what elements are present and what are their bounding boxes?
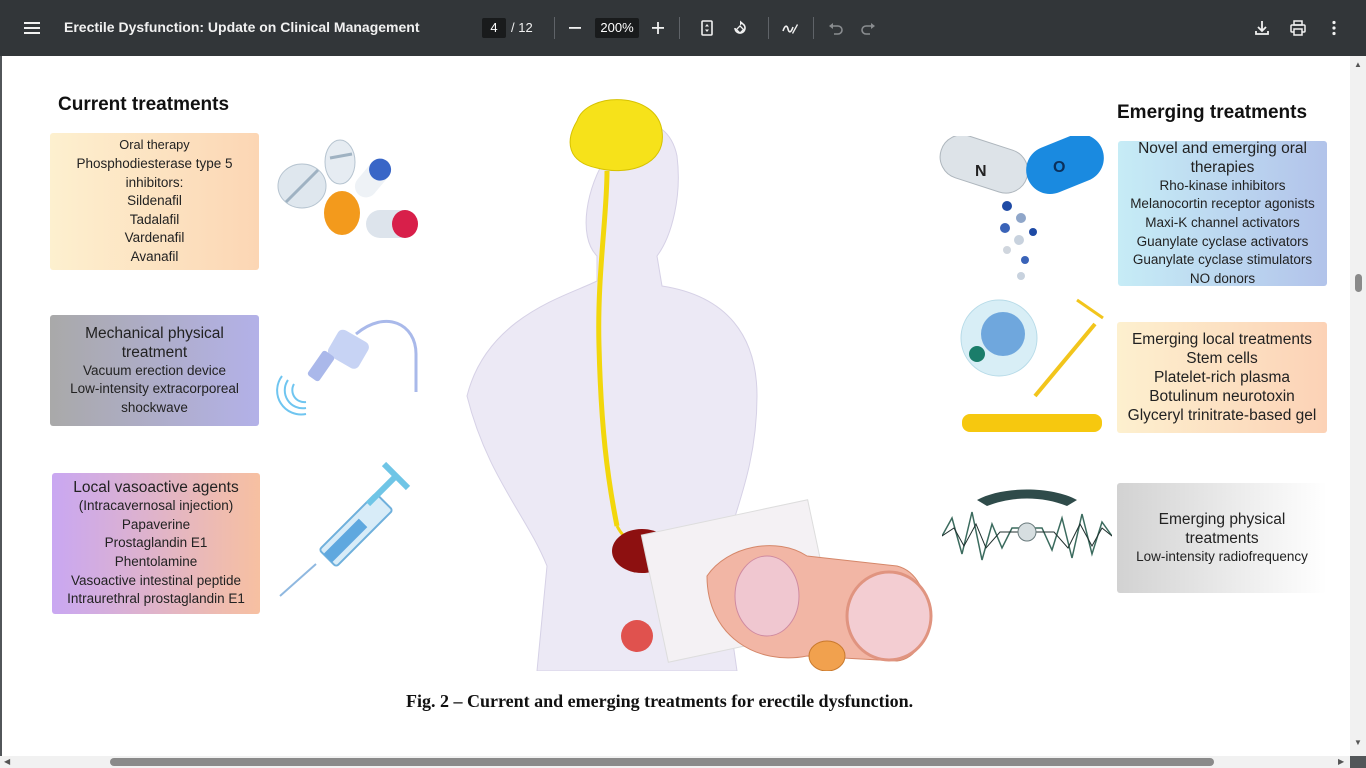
emerging-local-line: Stem cells <box>1186 350 1258 367</box>
document-title: Erectile Dysfunction: Update on Clinical… <box>64 19 420 35</box>
scroll-down-arrow-icon[interactable]: ▼ <box>1354 738 1362 747</box>
rotate-button[interactable] <box>728 16 752 40</box>
zoom-in-button[interactable] <box>646 16 670 40</box>
scroll-right-arrow-icon[interactable]: ▶ <box>1338 757 1344 766</box>
more-vert-icon <box>1332 20 1336 36</box>
toolbar-divider <box>813 17 814 39</box>
print-icon <box>1290 20 1306 36</box>
mechanical-title: Mechanical physical treatment <box>85 324 224 361</box>
vasoactive-agents-box: Local vasoactive agents (Intracavernosal… <box>52 473 260 614</box>
oral-therapy-line: Oral therapy <box>119 137 190 153</box>
emerging-oral-line: NO donors <box>1189 270 1256 286</box>
horizontal-scroll-thumb[interactable] <box>110 758 1214 766</box>
oral-therapy-line: Vardenafil <box>124 230 185 246</box>
fit-page-button[interactable] <box>695 16 719 40</box>
emerging-oral-title: Novel and emerging oral therapies <box>1138 139 1307 176</box>
download-button[interactable] <box>1250 16 1274 40</box>
figure-caption: Fig. 2 – Current and emerging treatments… <box>406 691 914 711</box>
annotate-button[interactable] <box>778 16 802 40</box>
emerging-oral-line: Rho-kinase inhibitors <box>1159 177 1286 193</box>
oral-therapy-line: inhibitors: <box>125 174 184 190</box>
redo-button[interactable] <box>856 16 880 40</box>
vertical-scroll-thumb[interactable] <box>1355 274 1362 292</box>
vasoactive-line: Phentolamine <box>114 554 198 569</box>
vasoactive-line: Vasoactive intestinal peptide <box>70 572 242 588</box>
download-icon <box>1255 21 1269 35</box>
page-number-input[interactable]: 4 <box>482 18 506 38</box>
mechanical-treatment-box: Mechanical physical treatment Vacuum ere… <box>50 315 259 426</box>
plus-icon <box>652 22 664 34</box>
emerging-local-title: Emerging local treatments <box>1131 331 1313 348</box>
menu-icon[interactable] <box>21 17 43 39</box>
oral-therapy-line: Avanafil <box>130 248 179 264</box>
emerging-oral-line: Maxi-K channel activators <box>1145 214 1300 230</box>
oral-therapy-line: Tadalafil <box>129 211 180 227</box>
capsule-letter-o: O <box>1053 159 1065 176</box>
annotate-icon <box>782 24 798 34</box>
emerging-oral-line: Guanylate cyclase activators <box>1136 233 1309 249</box>
human-body-illustration <box>466 99 933 671</box>
pills-illustration <box>277 139 418 238</box>
pdf-toolbar: Erectile Dysfunction: Update on Clinical… <box>0 0 1366 56</box>
current-treatments-heading: Current treatments <box>58 94 230 115</box>
more-options-button[interactable] <box>1322 16 1346 40</box>
no-capsule-illustration: N O <box>939 136 1104 280</box>
emerging-local-line: Platelet-rich plasma <box>1153 369 1291 386</box>
toolbar-divider <box>554 17 555 39</box>
fit-page-icon <box>701 20 713 36</box>
zoom-out-button[interactable] <box>563 16 587 40</box>
vasoactive-line: Prostaglandin E1 <box>104 535 208 551</box>
vertical-scrollbar[interactable]: ▲ ▼ <box>1350 56 1366 756</box>
undo-button[interactable] <box>824 16 848 40</box>
print-button[interactable] <box>1286 16 1310 40</box>
minus-icon <box>569 27 581 29</box>
zoom-input[interactable]: 200% <box>595 18 639 38</box>
emerging-physical-title: Emerging physical treatments <box>1158 510 1286 547</box>
emerging-local-line: Botulinum neurotoxin <box>1149 388 1295 405</box>
undo-icon <box>829 23 843 35</box>
vasoactive-line: (Intracavernosal injection) <box>78 498 234 514</box>
vasoactive-line: Intraurethral prostaglandin E1 <box>67 591 245 607</box>
oral-therapy-line: Phosphodiesterase type 5 <box>76 155 233 171</box>
mechanical-line: Vacuum erection device <box>82 362 227 378</box>
oral-therapy-line: Sildenafil <box>127 193 182 209</box>
horizontal-scrollbar[interactable]: ◀ ▶ <box>0 756 1350 768</box>
capsule-letter-n: N <box>975 163 987 180</box>
rotate-icon <box>734 20 746 34</box>
toolbar-divider <box>768 17 769 39</box>
vasoactive-line: Papaverine <box>121 516 191 532</box>
scroll-left-arrow-icon[interactable]: ◀ <box>4 757 10 766</box>
scroll-up-arrow-icon[interactable]: ▲ <box>1354 60 1362 69</box>
oral-therapy-box: Oral therapy Phosphodiesterase type 5 in… <box>50 133 259 270</box>
toolbar-divider <box>679 17 680 39</box>
emerging-treatments-heading: Emerging treatments <box>1117 102 1308 123</box>
redo-icon <box>861 23 875 35</box>
mechanical-line: shockwave <box>121 399 188 415</box>
emerging-local-box: Emerging local treatments Stem cells Pla… <box>1117 322 1327 433</box>
emerging-physical-line: Low-intensity radiofrequency <box>1136 548 1308 564</box>
mechanical-line: Low-intensity extracorporeal <box>70 381 239 397</box>
emerging-local-line: Glyceryl trinitrate-based gel <box>1127 407 1317 424</box>
pdf-page: Current treatments Emerging treatments O… <box>0 56 1350 756</box>
page-total: / 12 <box>511 20 533 35</box>
emerging-oral-box: Novel and emerging oral therapies Rho-ki… <box>1118 139 1327 286</box>
radiofrequency-illustration <box>942 489 1112 561</box>
stem-cell-illustration <box>960 298 1104 432</box>
emerging-oral-line: Melanocortin receptor agonists <box>1130 196 1315 212</box>
emerging-oral-line: Guanylate cyclase stimulators <box>1132 252 1313 268</box>
emerging-physical-box: Emerging physical treatments Low-intensi… <box>1117 483 1327 593</box>
pdf-viewer[interactable]: Current treatments Emerging treatments O… <box>0 56 1366 768</box>
vasoactive-title: Local vasoactive agents <box>73 479 239 497</box>
shockwave-device-illustration <box>276 319 418 416</box>
syringe-illustration <box>279 461 411 597</box>
